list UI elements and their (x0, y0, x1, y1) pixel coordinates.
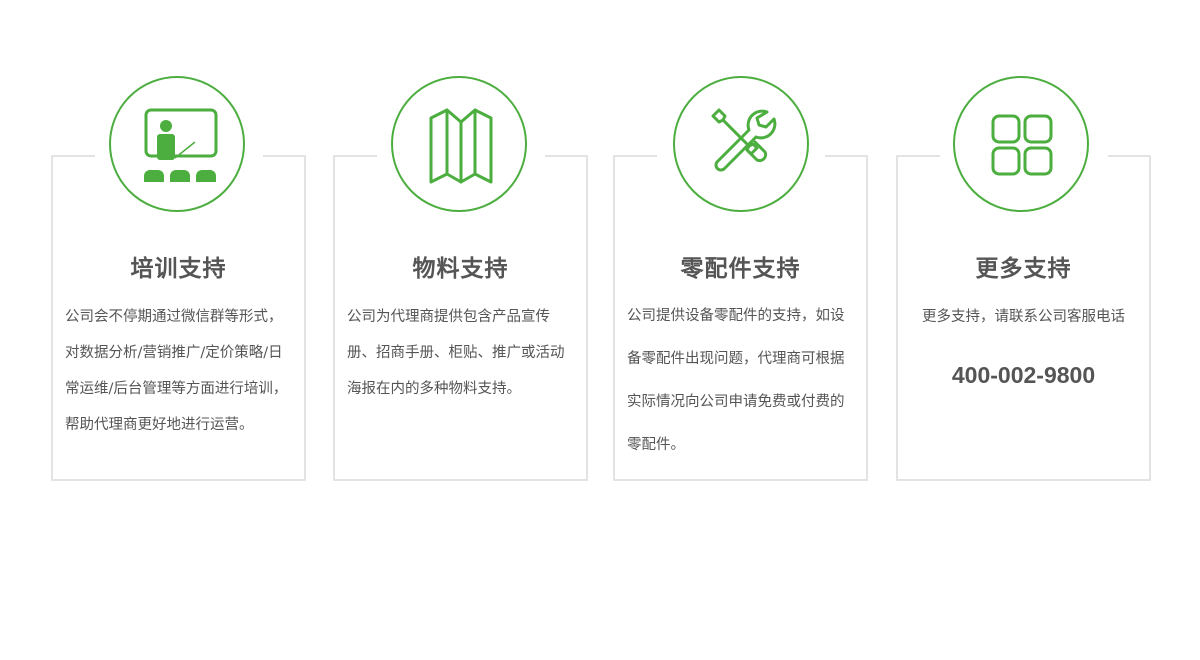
card-description: 更多支持，请联系公司客服电话 (922, 309, 1125, 325)
phone-number[interactable]: 400-002-9800 (898, 362, 1149, 389)
card-title: 零配件支持 (680, 256, 801, 282)
card-description: 公司为代理商提供包含产品宣传册、招商手册、柜贴、推广或活动海报在内的多种物料支持… (347, 309, 565, 397)
card-title: 更多支持 (975, 256, 1072, 282)
card-description: 公司提供设备零配件的支持，如设备零配件出现问题，代理商可根据实际情况向公司申请免… (627, 308, 845, 453)
card-title: 物料支持 (412, 256, 509, 282)
wrench-screwdriver-icon (673, 76, 809, 212)
training-classroom-icon (109, 76, 245, 212)
card-description: 公司会不停期通过微信群等形式，对数据分析/营销推广/定价策略/日常运维/后台管理… (65, 309, 288, 433)
grid-apps-icon (953, 76, 1089, 212)
card-title: 培训支持 (130, 256, 227, 282)
folded-map-icon (391, 76, 527, 212)
